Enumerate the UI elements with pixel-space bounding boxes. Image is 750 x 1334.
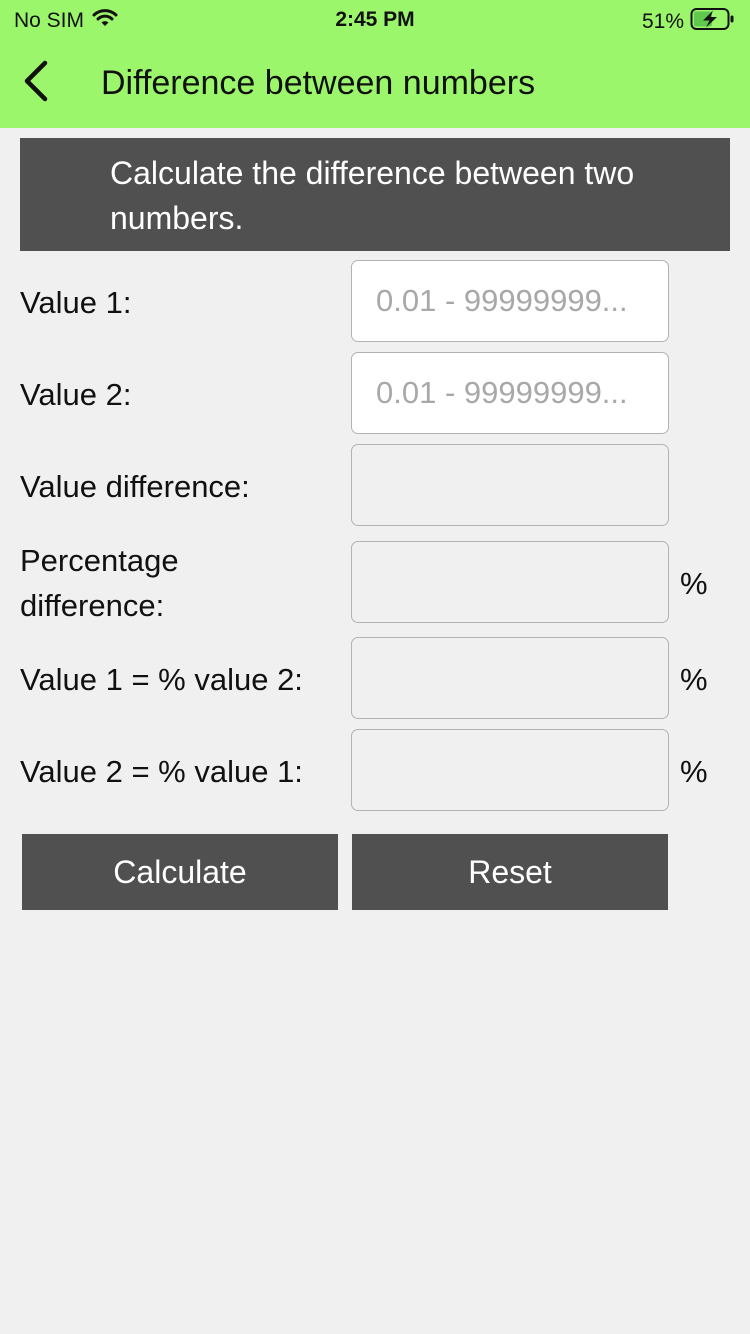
percentage-difference-label: Percentage difference: [20,543,179,623]
calculate-button[interactable]: Calculate [22,834,338,910]
value1-field-container [351,260,669,342]
value1-label: Value 1: [20,285,132,320]
reset-button[interactable]: Reset [352,834,668,910]
percentage-difference-unit: % [680,566,708,601]
status-time: 2:45 PM [335,8,415,31]
percentage-difference-output [351,541,669,623]
nav-bar: Difference between numbers [0,48,750,120]
battery-charging-icon [690,7,736,37]
description-banner: Calculate the difference between two num… [20,138,730,251]
battery-percent: 51% [641,10,684,33]
header: No SIM 2:45 PM 51% Difference between nu… [0,0,750,128]
value-difference-output [351,444,669,526]
v2-pct-v1-unit: % [680,754,708,789]
value2-label: Value 2: [20,377,132,412]
v2-pct-v1-label: Value 2 = % value 1: [20,754,303,789]
page-title: Difference between numbers [101,64,536,102]
status-bar: No SIM 2:45 PM 51% [0,0,750,40]
back-button[interactable] [12,58,58,108]
v1-pct-v2-unit: % [680,662,708,697]
v1-pct-v2-output [351,637,669,719]
battery-group: 51% [642,7,736,37]
chevron-left-icon [21,59,49,108]
v1-pct-v2-label: Value 1 = % value 2: [20,662,303,697]
v2-pct-v1-output [351,729,669,811]
value2-input[interactable] [352,353,668,433]
value1-input[interactable] [352,261,668,341]
value-difference-label: Value difference: [20,469,250,504]
value2-field-container [351,352,669,434]
